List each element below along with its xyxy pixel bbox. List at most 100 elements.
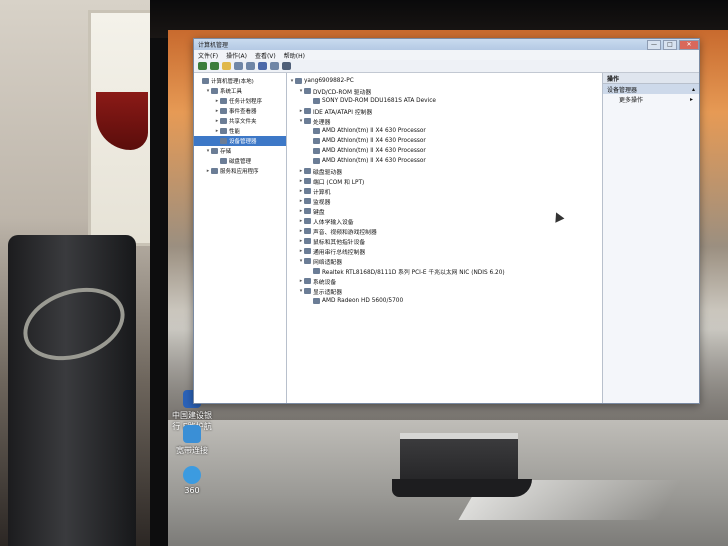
network-icon bbox=[183, 425, 201, 443]
tree-item-label: 事件查看器 bbox=[229, 109, 257, 115]
title-bar[interactable]: 计算机管理 — □ ✕ bbox=[194, 39, 699, 50]
wallpaper-boat bbox=[392, 425, 532, 500]
device-icon bbox=[313, 138, 320, 144]
device-icon bbox=[211, 88, 218, 94]
tree-item[interactable]: ▸ 性能 bbox=[194, 126, 286, 136]
tree-item[interactable]: ▸ 共享文件夹 bbox=[194, 116, 286, 126]
actions-section[interactable]: 设备管理器 ▴ bbox=[603, 84, 699, 94]
desktop-icon-360[interactable]: 360 bbox=[170, 466, 214, 495]
tree-item-label: 磁盘管理 bbox=[229, 159, 252, 165]
tree-item-label: DVD/CD-ROM 驱动器 bbox=[313, 89, 372, 96]
device-icon bbox=[211, 168, 218, 174]
device-icon bbox=[220, 158, 227, 164]
tree-item[interactable]: ▾ 系统工具 bbox=[194, 86, 286, 96]
tree-item[interactable]: ▸ 系统设备 bbox=[287, 276, 602, 286]
tree-item[interactable]: ▸ 通用串行总线控制器 bbox=[287, 246, 602, 256]
desktop-icon-label: 宽带连接 bbox=[176, 446, 208, 455]
back-arrow-icon[interactable] bbox=[198, 62, 207, 70]
tree-item[interactable]: AMD Athlon(tm) II X4 630 Processor bbox=[287, 136, 602, 146]
tree-item-label: 通用串行总线控制器 bbox=[313, 249, 366, 256]
tree-item-label: 共享文件夹 bbox=[229, 119, 257, 125]
tree-item-label: 任务计划程序 bbox=[229, 99, 263, 105]
close-button[interactable]: ✕ bbox=[679, 39, 699, 50]
tree-item[interactable]: AMD Radeon HD 5600/5700 bbox=[287, 296, 602, 306]
device-icon bbox=[220, 98, 227, 104]
device-icon bbox=[304, 228, 311, 234]
tree-item[interactable]: ▸ 磁盘驱动器 bbox=[287, 166, 602, 176]
more-actions[interactable]: 更多操作 ▸ bbox=[603, 94, 699, 104]
menu-action[interactable]: 操作(A) bbox=[226, 51, 247, 60]
actions-header: 操作 bbox=[603, 73, 699, 84]
tree-item[interactable]: ▾ yang6909882-PC bbox=[287, 76, 602, 86]
tree-item-label: 处理器 bbox=[313, 119, 331, 126]
device-icon bbox=[220, 138, 227, 144]
device-icon bbox=[304, 188, 311, 194]
tree-item[interactable]: ▾ 网络适配器 bbox=[287, 256, 602, 266]
tree-item[interactable]: ▸ IDE ATA/ATAPI 控制器 bbox=[287, 106, 602, 116]
device-icon bbox=[202, 78, 209, 84]
show-tree-icon[interactable] bbox=[234, 62, 243, 70]
monitor-icon[interactable] bbox=[282, 62, 291, 70]
menu-view[interactable]: 查看(V) bbox=[255, 51, 276, 60]
device-icon bbox=[211, 148, 218, 154]
tree-item[interactable]: 计算机管理(本地) bbox=[194, 76, 286, 86]
device-icon bbox=[313, 128, 320, 134]
tree-item[interactable]: ▾ 存储 bbox=[194, 146, 286, 156]
shield-360-icon bbox=[183, 466, 201, 484]
device-icon bbox=[304, 288, 311, 294]
tree-item-label: 网络适配器 bbox=[313, 259, 342, 266]
device-icon bbox=[304, 238, 311, 244]
more-actions-label: 更多操作 bbox=[619, 96, 644, 104]
trash-bin bbox=[8, 235, 136, 546]
device-icon bbox=[295, 78, 302, 84]
device-icon bbox=[304, 198, 311, 204]
minimize-button[interactable]: — bbox=[647, 39, 661, 50]
device-icon bbox=[313, 268, 320, 274]
tree-item[interactable]: Realtek RTL8168D/8111D 系列 PCI-E 千兆以太网 NI… bbox=[287, 266, 602, 276]
device-icon bbox=[220, 118, 227, 124]
properties-icon[interactable] bbox=[246, 62, 255, 70]
menu-file[interactable]: 文件(F) bbox=[198, 51, 218, 60]
device-icon bbox=[304, 208, 311, 214]
tree-item-label: AMD Athlon(tm) II X4 630 Processor bbox=[322, 138, 426, 144]
tree-item-label: 鼠标和其他指针设备 bbox=[313, 239, 366, 246]
tree-item[interactable]: ▸ 服务和应用程序 bbox=[194, 166, 286, 176]
forward-arrow-icon[interactable] bbox=[210, 62, 219, 70]
tree-item-label: Realtek RTL8168D/8111D 系列 PCI-E 千兆以太网 NI… bbox=[322, 269, 505, 276]
tree-item[interactable]: ▸ 监视器 bbox=[287, 196, 602, 206]
tree-item[interactable]: 磁盘管理 bbox=[194, 156, 286, 166]
console-tree: 计算机管理(本地) ▾ 系统工具 ▸ 任务计划程序 ▸ 事件查看器 ▸ 共享文件夹 ▸ 性能 设备管理… bbox=[194, 73, 287, 403]
tree-item[interactable]: ▾ 显示适配器 bbox=[287, 286, 602, 296]
actions-section-label: 设备管理器 bbox=[607, 86, 638, 94]
tree-item-label: 键盘 bbox=[313, 209, 325, 216]
tree-item[interactable]: ▸ 声音、视频和游戏控制器 bbox=[287, 226, 602, 236]
tree-item-label: 性能 bbox=[229, 129, 241, 135]
tree-item[interactable]: SONY DVD-ROM DDU1681S ATA Device bbox=[287, 96, 602, 106]
tree-item[interactable]: ▸ 端口 (COM 和 LPT) bbox=[287, 176, 602, 186]
device-tree: ▾ yang6909882-PC ▾ DVD/CD-ROM 驱动器 SONY DVD-R… bbox=[287, 73, 603, 403]
view-icon[interactable] bbox=[270, 62, 279, 70]
device-icon bbox=[304, 178, 311, 184]
tree-item-label: 计算机管理(本地) bbox=[211, 79, 254, 85]
maximize-button[interactable]: □ bbox=[663, 39, 677, 50]
tree-item[interactable]: ▾ 处理器 bbox=[287, 116, 602, 126]
tree-item[interactable]: AMD Athlon(tm) II X4 630 Processor bbox=[287, 146, 602, 156]
up-folder-icon[interactable] bbox=[222, 62, 231, 70]
tree-item[interactable]: ▸ 鼠标和其他指针设备 bbox=[287, 236, 602, 246]
tree-item-label: 计算机 bbox=[313, 189, 331, 196]
device-icon bbox=[313, 298, 320, 304]
tree-item[interactable]: ▾ DVD/CD-ROM 驱动器 bbox=[287, 86, 602, 96]
menu-help[interactable]: 帮助(H) bbox=[284, 51, 305, 60]
device-icon bbox=[304, 258, 311, 264]
device-icon bbox=[220, 108, 227, 114]
desktop-icon-broadband[interactable]: 宽带连接 bbox=[170, 425, 214, 456]
tree-item[interactable]: 设备管理器 bbox=[194, 136, 286, 146]
tree-item[interactable]: ▸ 计算机 bbox=[287, 186, 602, 196]
tree-item[interactable]: AMD Athlon(tm) II X4 630 Processor bbox=[287, 126, 602, 136]
tree-item[interactable]: AMD Athlon(tm) II X4 630 Processor bbox=[287, 156, 602, 166]
tree-item[interactable]: ▸ 任务计划程序 bbox=[194, 96, 286, 106]
tree-item-label: 磁盘驱动器 bbox=[313, 169, 342, 176]
tree-item-label: 系统工具 bbox=[220, 89, 243, 95]
tree-item[interactable]: ▸ 事件查看器 bbox=[194, 106, 286, 116]
help-icon[interactable] bbox=[258, 62, 267, 70]
